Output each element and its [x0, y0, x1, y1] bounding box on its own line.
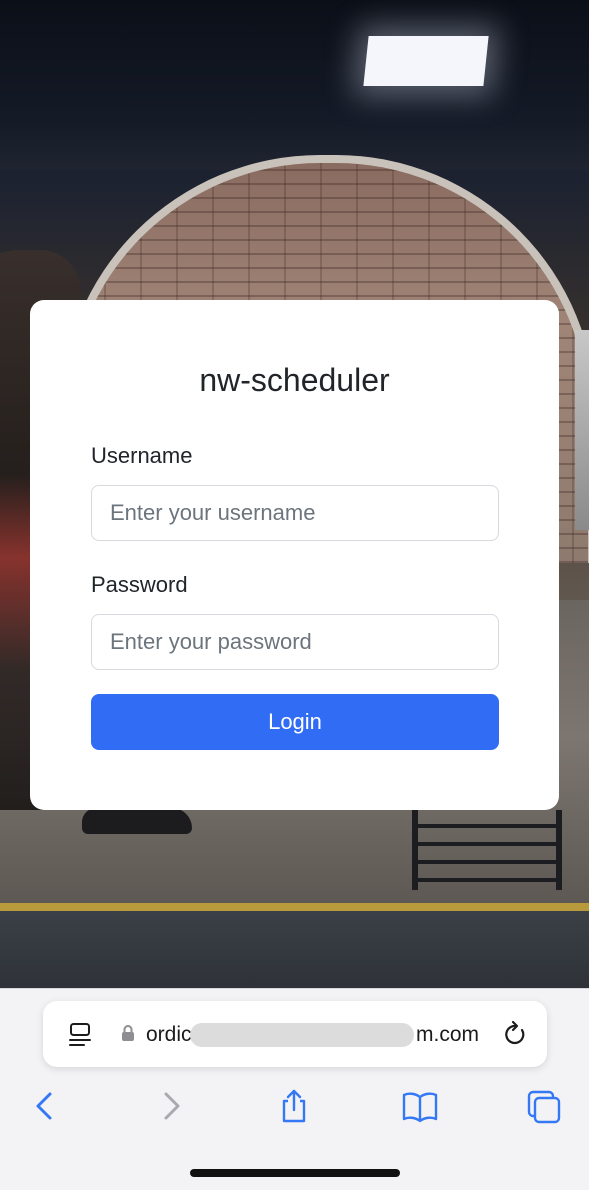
- lower-wall: [0, 911, 589, 990]
- back-icon[interactable]: [28, 1088, 62, 1124]
- app-title: nw-scheduler: [199, 362, 390, 398]
- url-text-start[interactable]: ordic: [146, 1022, 192, 1048]
- username-label: Username: [91, 443, 193, 468]
- login-button[interactable]: Login: [91, 694, 499, 750]
- password-label: Password: [91, 572, 188, 597]
- password-input[interactable]: [91, 614, 499, 670]
- athlete-shoe: [82, 808, 192, 834]
- forward-icon[interactable]: [154, 1088, 188, 1124]
- username-input[interactable]: [91, 485, 499, 541]
- agility-ladder: [412, 810, 562, 890]
- floor-line: [0, 903, 589, 911]
- bookmarks-icon[interactable]: [401, 1088, 438, 1124]
- url-text-end[interactable]: m.com: [416, 1022, 479, 1048]
- reload-icon[interactable]: [502, 1020, 528, 1048]
- ceiling-light: [363, 36, 489, 86]
- tab-overview-icon[interactable]: [68, 1022, 92, 1048]
- home-indicator: [190, 1169, 400, 1177]
- ceiling: [0, 0, 589, 170]
- share-icon[interactable]: [277, 1088, 311, 1124]
- url-redaction: [190, 1023, 414, 1047]
- lock-icon: [121, 1024, 135, 1042]
- tabs-icon[interactable]: [527, 1088, 561, 1124]
